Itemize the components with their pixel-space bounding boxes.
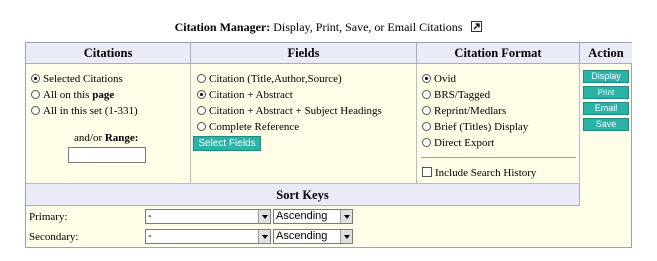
title-rest: Display, Print, Save, or Email Citations: [273, 20, 463, 34]
option-label: Ovid: [434, 73, 456, 85]
option-label: Citation (Title,Author,Source): [209, 73, 342, 85]
radio-icon[interactable]: [197, 122, 206, 131]
radio-icon[interactable]: [422, 90, 431, 99]
select-fields-button[interactable]: Select Fields: [193, 136, 261, 151]
range-input[interactable]: [68, 147, 146, 163]
display-button[interactable]: Display: [583, 70, 629, 83]
help-icon[interactable]: [471, 21, 483, 32]
fields-option-subject[interactable]: Citation + Abstract + Subject Headings: [197, 105, 382, 118]
select-value: Ascending: [276, 210, 328, 222]
primary-label: Primary:: [29, 211, 68, 223]
secondary-sort-select[interactable]: -: [145, 229, 271, 244]
format-option-brs[interactable]: BRS/Tagged: [422, 89, 490, 102]
fields-option-complete[interactable]: Complete Reference: [197, 121, 299, 134]
format-option-ovid[interactable]: Ovid: [422, 73, 456, 86]
title-bold: Citation Manager:: [174, 20, 271, 34]
chevron-down-icon[interactable]: [340, 210, 352, 223]
citations-header: Citations: [26, 43, 191, 64]
fields-option-citation[interactable]: Citation (Title,Author,Source): [197, 73, 342, 86]
radio-icon[interactable]: [422, 138, 431, 147]
option-label: Citation + Abstract + Subject Headings: [209, 105, 382, 117]
option-label: All on this: [43, 89, 93, 101]
primary-order-select[interactable]: Ascending: [273, 209, 353, 224]
citations-option-all[interactable]: All in this set (1-331): [31, 105, 138, 118]
format-option-export[interactable]: Direct Export: [422, 137, 494, 150]
radio-icon[interactable]: [197, 106, 206, 115]
chevron-down-icon[interactable]: [258, 210, 270, 223]
option-label: Brief (Titles) Display: [434, 121, 529, 133]
include-history-option[interactable]: Include Search History: [422, 167, 536, 180]
radio-icon[interactable]: [422, 122, 431, 131]
option-label-bold: page: [92, 89, 115, 101]
radio-icon[interactable]: [422, 106, 431, 115]
sort-keys-header: Sort Keys: [26, 184, 580, 206]
citation-manager-panel: Citations Fields Citation Format Action …: [25, 42, 632, 248]
radio-icon[interactable]: [31, 106, 40, 115]
select-value: -: [148, 210, 152, 222]
chevron-down-icon[interactable]: [258, 230, 270, 243]
radio-icon[interactable]: [31, 90, 40, 99]
citations-option-selected[interactable]: Selected Citations: [31, 73, 123, 86]
secondary-label: Secondary:: [29, 231, 79, 243]
range-prefix: and/or: [74, 132, 105, 144]
secondary-order-select[interactable]: Ascending: [273, 229, 353, 244]
radio-selected-icon[interactable]: [31, 74, 40, 83]
range-word: Range:: [104, 132, 139, 144]
primary-sort-select[interactable]: -: [145, 209, 271, 224]
radio-icon[interactable]: [197, 74, 206, 83]
option-label: Selected Citations: [43, 73, 123, 85]
option-label: Reprint/Medlars: [434, 105, 507, 117]
citations-option-page[interactable]: All on this page: [31, 89, 114, 102]
option-label: Include Search History: [435, 167, 537, 179]
page-title: Citation Manager: Display, Print, Save, …: [0, 20, 657, 35]
option-label: All in this set (1-331): [43, 105, 138, 117]
checkbox-icon[interactable]: [422, 167, 432, 177]
chevron-down-icon[interactable]: [340, 230, 352, 243]
radio-selected-icon[interactable]: [422, 74, 431, 83]
print-preview-button[interactable]: Print Preview: [583, 86, 629, 108]
radio-selected-icon[interactable]: [197, 90, 206, 99]
option-label: Direct Export: [434, 137, 495, 149]
fields-header: Fields: [191, 43, 417, 64]
format-header: Citation Format: [417, 43, 580, 64]
format-option-brief[interactable]: Brief (Titles) Display: [422, 121, 528, 134]
save-button[interactable]: Save: [583, 118, 629, 131]
email-button[interactable]: Email: [583, 102, 629, 115]
select-value: -: [148, 230, 152, 242]
action-header: Action: [580, 43, 632, 64]
format-option-reprint[interactable]: Reprint/Medlars: [422, 105, 506, 118]
format-divider: [421, 157, 576, 158]
fields-option-abstract[interactable]: Citation + Abstract: [197, 89, 293, 102]
option-label: Citation + Abstract: [209, 89, 293, 101]
option-label: BRS/Tagged: [434, 89, 491, 101]
option-label: Complete Reference: [209, 121, 300, 133]
range-label: and/or Range:: [74, 132, 138, 145]
select-value: Ascending: [276, 230, 328, 242]
